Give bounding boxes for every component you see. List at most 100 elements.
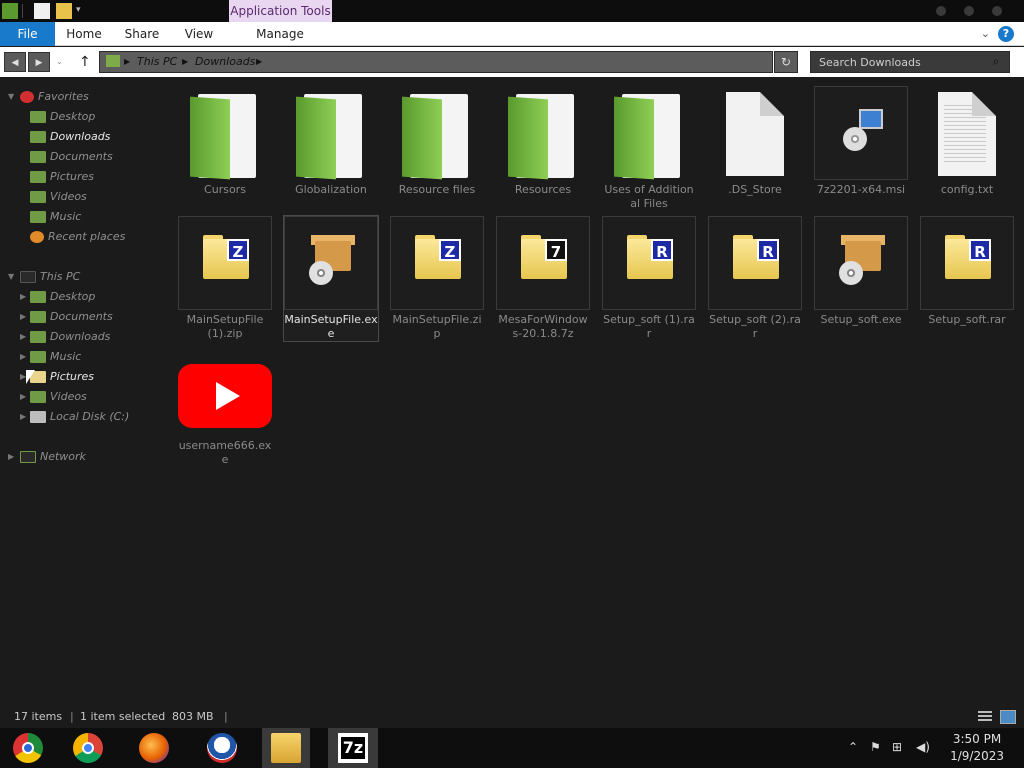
maximize-button[interactable] (964, 6, 974, 16)
file-item[interactable]: Cursors (178, 86, 272, 197)
recent-locations-icon[interactable]: ⌄ (56, 57, 63, 66)
expand-icon[interactable]: ▶ (20, 352, 26, 361)
customize-qat-icon[interactable]: ▾ (76, 5, 92, 21)
file-item-selected[interactable]: MainSetupFile.exe (283, 215, 379, 342)
search-box[interactable]: ⌕ (810, 51, 1010, 73)
new-folder-icon[interactable] (56, 3, 72, 19)
folder-icon (614, 94, 684, 180)
forward-button[interactable]: ▶ (28, 52, 50, 72)
nav-pc-videos[interactable]: Videos (30, 388, 87, 406)
details-view-icon[interactable] (978, 711, 992, 723)
nav-pc-pictures[interactable]: Pictures (30, 368, 94, 386)
nav-pc-downloads[interactable]: Downloads (30, 328, 110, 346)
nav-fav-music[interactable]: Music (30, 208, 81, 226)
large-icons-view-icon[interactable] (1000, 710, 1016, 724)
file-name: Setup_soft.exe (820, 313, 902, 326)
mouse-cursor-icon (26, 370, 35, 384)
file-item[interactable]: Resources (496, 86, 590, 197)
taskbar-7zip[interactable]: 7z (328, 728, 378, 768)
taskbar-chrome[interactable] (62, 728, 114, 768)
taskbar-firefox[interactable] (128, 728, 180, 768)
collapse-this-pc-icon[interactable]: ▼ (8, 272, 14, 281)
system-clock[interactable]: 3:50 PM 1/9/2023 (950, 731, 1004, 765)
file-name: Cursors (204, 183, 246, 196)
taskbar: 7z ⌃ ⚑ ⊞ ◀) 3:50 PM 1/9/2023 (0, 728, 1024, 768)
network-tray-icon[interactable]: ⊞ (892, 740, 902, 754)
nav-favorites[interactable]: Favorites (20, 88, 89, 106)
taskbar-file-explorer[interactable] (262, 728, 310, 768)
minimize-button[interactable] (936, 6, 946, 16)
nav-pc-desktop[interactable]: Desktop (30, 288, 95, 306)
expand-icon[interactable]: ▶ (20, 412, 26, 421)
tab-view[interactable]: View (180, 22, 218, 46)
desktop-icon (30, 111, 46, 123)
file-item[interactable]: Z MainSetupFile.zip (390, 216, 484, 341)
tab-home[interactable]: Home (64, 22, 104, 46)
file-item[interactable]: .DS_Store (708, 86, 802, 197)
file-item[interactable]: R Setup_soft (1).rar (602, 216, 696, 341)
nav-fav-recent-places[interactable]: Recent places (30, 228, 125, 246)
nav-fav-downloads[interactable]: Downloads (30, 128, 110, 146)
chromium-icon (13, 733, 43, 763)
nav-this-pc[interactable]: This PC (20, 268, 80, 286)
nav-fav-documents[interactable]: Documents (30, 148, 113, 166)
tab-file[interactable]: File (0, 22, 55, 46)
nav-pc-documents[interactable]: Documents (30, 308, 113, 326)
breadcrumb-this-pc[interactable]: This PC (137, 52, 177, 72)
file-item[interactable]: 7z2201-x64.msi (814, 86, 908, 197)
file-item[interactable]: username666.exe (178, 356, 272, 467)
file-item[interactable]: Globalization (284, 86, 378, 197)
blank-file-icon (726, 92, 784, 176)
nav-fav-desktop[interactable]: Desktop (30, 108, 95, 126)
expand-network-icon[interactable]: ▶ (8, 452, 14, 461)
file-item[interactable]: R Setup_soft.rar (920, 216, 1014, 327)
nav-fav-pictures[interactable]: Pictures (30, 168, 94, 186)
downloads-icon (30, 131, 46, 143)
divider (22, 4, 26, 18)
file-item[interactable]: R Setup_soft (2).rar (708, 216, 802, 341)
taskbar-obama[interactable] (196, 728, 248, 768)
show-hidden-icons-icon[interactable]: ⌃ (848, 740, 858, 754)
close-button[interactable] (992, 6, 1002, 16)
file-item[interactable]: Setup_soft.exe (814, 216, 908, 327)
expand-icon[interactable]: ▶ (20, 392, 26, 401)
file-item[interactable]: config.txt (920, 86, 1014, 197)
address-bar[interactable]: ▶ This PC ▶ Downloads ▶ (99, 51, 773, 73)
search-input[interactable] (811, 52, 985, 72)
action-center-flag-icon[interactable]: ⚑ (870, 740, 881, 754)
volume-icon[interactable]: ◀) (916, 740, 930, 754)
file-name: Uses of Additional Files (604, 183, 694, 210)
nav-pc-music[interactable]: Music (30, 348, 81, 366)
tab-share[interactable]: Share (120, 22, 164, 46)
msi-installer-icon (814, 86, 908, 180)
properties-icon[interactable] (34, 3, 50, 19)
help-icon[interactable]: ? (998, 26, 1014, 42)
expand-icon[interactable]: ▶ (20, 312, 26, 321)
search-icon[interactable]: ⌕ (987, 54, 1005, 70)
breadcrumb-downloads[interactable]: Downloads (195, 52, 255, 72)
taskbar-chromium[interactable] (2, 728, 54, 768)
nav-fav-videos[interactable]: Videos (30, 188, 87, 206)
expand-icon[interactable]: ▶ (20, 332, 26, 341)
folder-icon (402, 94, 472, 180)
refresh-button[interactable]: ↻ (774, 51, 798, 73)
file-item[interactable]: Z MainSetupFile (1).zip (178, 216, 272, 341)
file-explorer-icon (271, 733, 301, 763)
status-separator: | (70, 710, 74, 723)
back-button[interactable]: ◀ (4, 52, 26, 72)
heart-icon (20, 91, 34, 103)
file-item[interactable]: 7 MesaForWindows-20.1.8.7z (496, 216, 590, 341)
expand-ribbon-icon[interactable]: ⌄ (981, 27, 990, 40)
collapse-favorites-icon[interactable]: ▼ (8, 92, 14, 101)
up-button[interactable]: ↑ (79, 52, 93, 72)
file-item[interactable]: Uses of Additional Files (602, 86, 696, 211)
rar-archive-icon: R (602, 216, 696, 310)
file-item[interactable]: Resource files (390, 86, 484, 197)
drive-icon (30, 411, 46, 423)
text-file-icon (938, 92, 996, 176)
expand-icon[interactable]: ▶ (20, 292, 26, 301)
nav-network[interactable]: Network (20, 448, 86, 466)
tab-manage[interactable]: Manage (252, 22, 308, 46)
nav-pc-local-disk[interactable]: Local Disk (C:) (30, 408, 129, 426)
chrome-icon (73, 733, 103, 763)
